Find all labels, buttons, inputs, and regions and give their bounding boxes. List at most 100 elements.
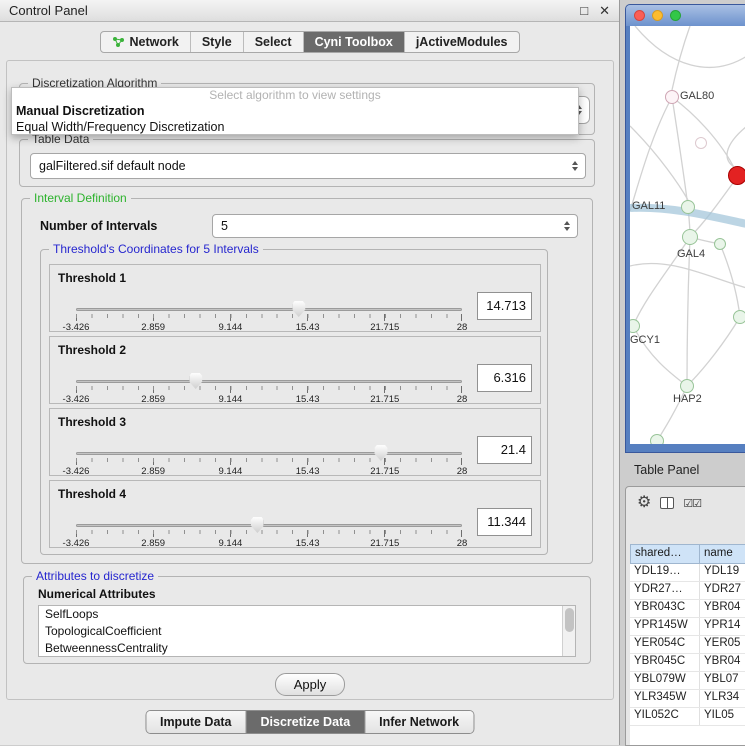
number-of-intervals-row: Number of Intervals 5 (40, 213, 578, 239)
network-node[interactable] (650, 434, 664, 444)
table-row[interactable]: YPR145WYPR14 (630, 618, 745, 636)
threshold-3-slider[interactable]: -3.426 2.859 9.144 15.43 21.715 28 (76, 445, 462, 475)
numerical-attributes-list[interactable]: SelfLoops TopologicalCoefficient Between… (38, 605, 576, 657)
tab-infer-network[interactable]: Infer Network (365, 711, 473, 733)
network-icon (112, 36, 125, 48)
network-node[interactable] (681, 200, 695, 214)
scale-label: 9.144 (219, 394, 243, 405)
column-header-name[interactable]: name (700, 544, 745, 564)
tab-jactivemodules-label: jActiveModules (416, 35, 508, 49)
table-cell[interactable]: YER05 (700, 636, 745, 653)
threshold-1-value-field[interactable]: 14.713 (477, 292, 532, 320)
table-row[interactable]: YBR045CYBR04 (630, 654, 745, 672)
table-cell[interactable]: YER054C (630, 636, 700, 653)
list-item[interactable]: SelfLoops (39, 606, 575, 623)
network-node[interactable] (695, 137, 707, 149)
table-row[interactable]: YER054CYER05 (630, 636, 745, 654)
table-row[interactable]: YIL052CYIL05 (630, 708, 745, 726)
scale-label: 15.43 (296, 322, 320, 333)
tab-impute-data[interactable]: Impute Data (146, 711, 247, 733)
threshold-1-slider[interactable]: -3.426 2.859 9.144 15.43 21.715 28 (76, 301, 462, 331)
table-cell[interactable]: YDR27… (630, 582, 700, 599)
slider-track[interactable] (76, 452, 462, 455)
network-node[interactable] (682, 229, 698, 245)
table-cell[interactable]: YBL07 (700, 672, 745, 689)
table-cell[interactable]: YBR045C (630, 654, 700, 671)
network-node[interactable] (733, 310, 745, 324)
scale-label: 9.144 (219, 538, 243, 549)
threshold-2-value-field[interactable]: 6.316 (477, 364, 532, 392)
tab-style[interactable]: Style (191, 32, 244, 52)
slider-track[interactable] (76, 380, 462, 383)
slider-track[interactable] (76, 308, 462, 311)
scale-label: -3.426 (63, 394, 90, 405)
number-of-intervals-select[interactable]: 5 (212, 214, 578, 238)
tab-network-label: Network (130, 35, 179, 49)
tab-jactivemodules[interactable]: jActiveModules (405, 32, 519, 52)
table-cell[interactable]: YPR145W (630, 618, 700, 635)
close-traffic-light-icon[interactable] (634, 10, 645, 21)
table-row[interactable]: YDR27…YDR27 (630, 582, 745, 600)
scale-label: -3.426 (63, 322, 90, 333)
table-cell[interactable]: YLR345W (630, 690, 700, 707)
tab-cyni-toolbox[interactable]: Cyni Toolbox (304, 32, 405, 52)
table-cell[interactable]: YBL079W (630, 672, 700, 689)
network-window-titlebar[interactable] (626, 5, 745, 26)
tab-network[interactable]: Network (101, 32, 191, 52)
minimize-icon[interactable]: □ (580, 3, 588, 19)
scale-label: 15.43 (296, 538, 320, 549)
scale-label: 2.859 (141, 322, 165, 333)
checkboxes-icon[interactable]: ☑☑ (683, 497, 701, 510)
stepper-icon (567, 161, 582, 171)
column-header-shared-name[interactable]: shared… (630, 544, 700, 564)
table-cell[interactable]: YBR04 (700, 654, 745, 671)
scale-label: -3.426 (63, 538, 90, 549)
slider-track[interactable] (76, 524, 462, 527)
table-cell[interactable]: YDR27 (700, 582, 745, 599)
table-cell[interactable]: YIL05 (700, 708, 745, 725)
list-scrollbar[interactable] (562, 606, 575, 656)
tab-select[interactable]: Select (244, 32, 304, 52)
network-canvas[interactable]: GAL80 GAL11 GAL4 GCY1 HAP2 (630, 26, 745, 444)
table-row[interactable]: YBR043CYBR04 (630, 600, 745, 618)
table-row[interactable]: YDL19…YDL19 (630, 564, 745, 582)
threshold-4-slider[interactable]: -3.426 2.859 9.144 15.43 21.715 28 (76, 517, 462, 547)
table-cell[interactable]: YLR34 (700, 690, 745, 707)
network-node[interactable] (680, 379, 694, 393)
table-row[interactable]: YLR345WYLR34 (630, 690, 745, 708)
network-node-highlighted[interactable] (728, 166, 745, 185)
cyni-toolbox-panel: Discretization Algorithm Select algorith… (6, 60, 614, 700)
threshold-2-slider[interactable]: -3.426 2.859 9.144 15.43 21.715 28 (76, 373, 462, 403)
columns-icon[interactable] (660, 497, 674, 509)
scrollbar-thumb[interactable] (565, 608, 574, 632)
table-data-selected-value: galFiltered.sif default node (31, 159, 567, 173)
minimize-traffic-light-icon[interactable] (652, 10, 663, 21)
table-cell[interactable]: YDL19… (630, 564, 700, 581)
tab-discretize-data[interactable]: Discretize Data (247, 711, 366, 733)
threshold-4-value-field[interactable]: 11.344 (477, 508, 532, 536)
scale-label: 9.144 (219, 322, 243, 333)
table-cell[interactable]: YBR043C (630, 600, 700, 617)
table-cell[interactable]: YIL052C (630, 708, 700, 725)
table-cell[interactable]: YDL19 (700, 564, 745, 581)
threshold-3-row: Threshold 3 -3.426 2.859 9.144 15.43 21.… (49, 408, 541, 476)
list-item[interactable]: TopologicalCoefficient (39, 623, 575, 640)
list-item[interactable]: BetweennessCentrality (39, 640, 575, 657)
table-panel-window: ⚙ ☑☑ shared… name YDL19…YDL19 YDR27…YDR2… (625, 486, 745, 746)
threshold-3-value-field[interactable]: 21.4 (477, 436, 532, 464)
popup-option-equal-width-frequency[interactable]: Equal Width/Frequency Discretization (12, 119, 578, 135)
table-row[interactable]: YBL079WYBL07 (630, 672, 745, 690)
network-node[interactable] (714, 238, 726, 250)
close-icon[interactable]: ✕ (599, 3, 610, 19)
attributes-to-discretize-group: Attributes to discretize Numerical Attri… (23, 576, 591, 664)
apply-button[interactable]: Apply (275, 673, 345, 696)
table-cell[interactable]: YBR04 (700, 600, 745, 617)
slider-scale-labels: -3.426 2.859 9.144 15.43 21.715 28 (76, 394, 462, 405)
popup-option-manual-discretization[interactable]: Manual Discretization (12, 103, 578, 119)
table-cell[interactable]: YPR14 (700, 618, 745, 635)
zoom-traffic-light-icon[interactable] (670, 10, 681, 21)
threshold-4-row: Threshold 4 -3.426 2.859 9.144 15.43 21.… (49, 480, 541, 548)
gear-icon[interactable]: ⚙ (637, 495, 651, 511)
network-node[interactable] (665, 90, 679, 104)
table-data-select[interactable]: galFiltered.sif default node (30, 153, 586, 179)
